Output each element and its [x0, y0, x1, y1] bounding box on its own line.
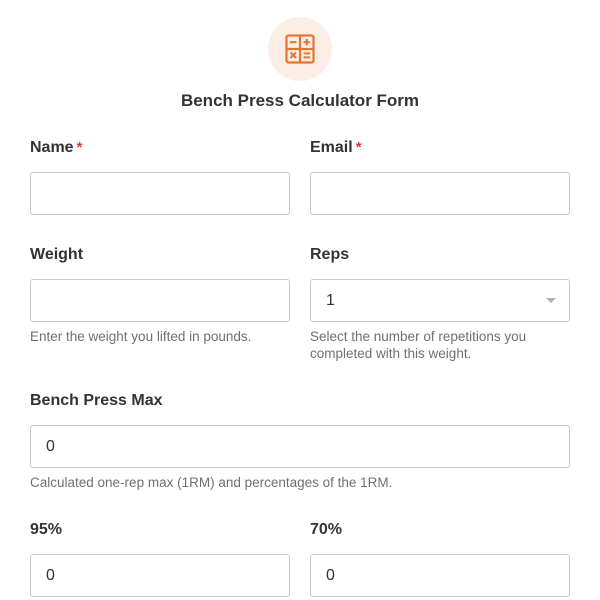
bench-max-input[interactable] [30, 425, 570, 468]
email-field-group: Email * [310, 138, 570, 215]
weight-label: Weight [30, 246, 84, 263]
reps-description: Select the number of repetitions you com… [310, 329, 527, 361]
pct70-label: 70% [310, 521, 343, 538]
pct95-label: 95% [30, 521, 63, 538]
bench-max-description: Calculated one-rep max (1RM) and percent… [30, 475, 393, 490]
pct95-field-group: 95% [30, 520, 290, 597]
form-page: Bench Press Calculator Form Name * Email *… [0, 0, 600, 600]
required-asterisk: * [76, 139, 83, 156]
weight-description: Enter the weight you lifted in pounds. [30, 329, 252, 344]
form-icon-badge [268, 17, 332, 81]
weight-field-group: Weight Enter the weight you lifted in po… [30, 245, 290, 345]
email-label-text: Email [310, 139, 353, 156]
reps-select[interactable]: 1 [310, 279, 570, 322]
reps-label: Reps [310, 246, 350, 263]
bench-max-field-group: Bench Press Max Calculated one-rep max (… [30, 391, 570, 491]
calculator-icon [285, 34, 315, 64]
required-asterisk: * [355, 139, 362, 156]
name-label: Name * [30, 138, 290, 158]
name-field-group: Name * [30, 138, 290, 215]
pct70-field-group: 70% [310, 520, 570, 597]
reps-field-group: Reps 1 Select the number of repetitions … [310, 245, 570, 362]
form-title: Bench Press Calculator Form [180, 91, 420, 110]
bench-max-label: Bench Press Max [30, 392, 163, 409]
chevron-down-icon [546, 298, 556, 303]
email-label: Email * [310, 138, 570, 158]
reps-selected-value: 1 [326, 292, 335, 309]
pct95-input[interactable] [30, 554, 290, 597]
email-input[interactable] [310, 172, 570, 215]
pct70-input[interactable] [310, 554, 570, 597]
weight-input[interactable] [30, 279, 290, 322]
name-input[interactable] [30, 172, 290, 215]
name-label-text: Name [30, 139, 74, 156]
